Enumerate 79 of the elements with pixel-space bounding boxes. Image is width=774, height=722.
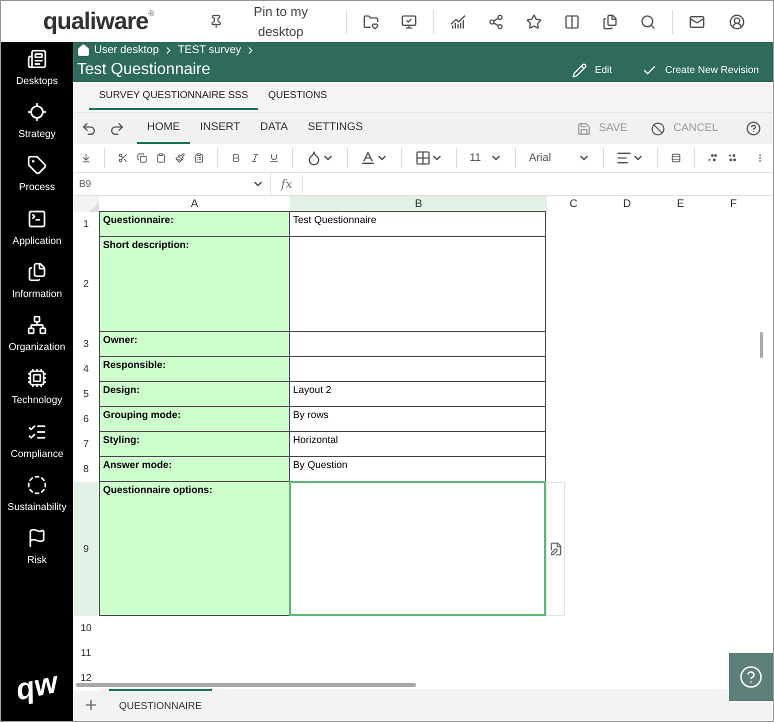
sidebar-item[interactable]: Desktops	[1, 42, 73, 96]
ribbon-tab[interactable]: INSERT	[190, 113, 250, 144]
folder-icon[interactable]	[363, 14, 380, 30]
label-cell: Styling:	[99, 431, 290, 457]
ring-icon	[27, 475, 47, 496]
files-icon	[27, 262, 47, 282]
page-title: Test Questionnaire	[77, 60, 212, 80]
breadcrumb-link[interactable]: User desktop	[94, 42, 159, 58]
name-box[interactable]: B9	[73, 173, 271, 195]
help-icon	[739, 665, 763, 689]
font-select[interactable]: Arial	[529, 150, 590, 166]
copy-icon[interactable]	[602, 14, 618, 30]
home-icon[interactable]	[77, 44, 90, 56]
monitor-icon[interactable]	[401, 14, 418, 30]
search-icon[interactable]	[640, 14, 656, 30]
star-icon[interactable]	[526, 14, 542, 30]
align-icon[interactable]	[616, 150, 632, 166]
label-cell: Grouping mode:	[99, 406, 290, 432]
sidebar-item[interactable]: Information	[1, 255, 73, 308]
value-cell[interactable]: Test Questionnaire	[289, 211, 546, 237]
chart-icon[interactable]	[450, 14, 466, 30]
mail-icon[interactable]	[689, 14, 705, 30]
sidebar-item[interactable]: Process	[1, 148, 73, 202]
label-cell: Design:	[99, 381, 290, 407]
help-icon[interactable]	[746, 121, 761, 136]
sidebar-item[interactable]: Application	[1, 202, 73, 256]
registered-mark: ®	[148, 8, 154, 20]
pin-icon	[209, 14, 224, 29]
redo-icon[interactable]	[109, 120, 125, 136]
sidebar-item[interactable]: Compliance	[1, 415, 73, 468]
ribbon-tab[interactable]: SETTINGS	[298, 113, 373, 144]
borders-icon[interactable]	[414, 150, 431, 166]
function-label: fx	[271, 175, 304, 193]
share-icon[interactable]	[488, 14, 504, 30]
font-color-icon[interactable]	[360, 150, 376, 166]
label-cell: Questionnaire options:	[99, 481, 290, 616]
tag-icon	[27, 155, 47, 176]
sidebar-item[interactable]: Strategy	[1, 95, 73, 149]
undo-icon[interactable]	[81, 120, 97, 136]
flag-icon	[27, 528, 47, 548]
sidebar-item[interactable]: Technology	[1, 362, 73, 416]
label-cell: Owner:	[99, 331, 290, 357]
pin-button[interactable]: Pin to my desktop	[201, 2, 338, 41]
label-cell: Answer mode:	[99, 456, 290, 482]
terminal-icon	[27, 208, 47, 229]
target-icon	[27, 102, 47, 122]
document-tab[interactable]: SURVEY QUESTIONNAIRE SSS	[89, 82, 258, 110]
help-button[interactable]	[729, 653, 773, 701]
document-tab[interactable]: QUESTIONS	[258, 82, 338, 110]
sidebar-item[interactable]: Sustainability	[1, 468, 73, 522]
pencil-icon	[572, 62, 587, 78]
newspaper-icon	[27, 48, 47, 69]
revision-button[interactable]: Create New Revision	[642, 62, 759, 78]
save-icon	[576, 122, 591, 136]
fill-color-icon[interactable]	[306, 150, 322, 166]
brand-logo: qw	[12, 665, 62, 709]
sheet-tab[interactable]: QUESTIONNAIRE	[109, 689, 212, 721]
edit-button[interactable]: Edit	[572, 62, 612, 78]
label-cell: Short description:	[99, 236, 290, 332]
sidebar-item[interactable]: Risk	[1, 522, 73, 575]
logo: qualiware	[43, 6, 148, 36]
column-header[interactable]: B	[290, 196, 547, 212]
horizontal-scrollbar[interactable]	[76, 683, 416, 687]
font-size-select[interactable]: 11	[470, 150, 502, 166]
add-sheet-icon[interactable]	[83, 697, 99, 713]
columns-icon[interactable]	[564, 14, 580, 30]
hierarchy-icon	[27, 315, 47, 336]
breadcrumb-link[interactable]: TEST survey	[178, 42, 242, 58]
label-cell: Responsible:	[99, 356, 290, 382]
row-header[interactable]: 9	[73, 482, 99, 616]
note-edit-icon[interactable]	[548, 542, 562, 556]
ribbon-tab[interactable]: DATA	[250, 113, 298, 144]
vertical-scrollbar[interactable]	[760, 332, 763, 358]
chip-icon	[27, 368, 47, 388]
value-cell[interactable]	[289, 481, 546, 616]
cancel-icon	[651, 122, 666, 136]
sidebar-item[interactable]: Organization	[1, 308, 73, 362]
user-icon[interactable]	[729, 14, 745, 30]
label-cell: Questionnaire:	[99, 211, 290, 237]
